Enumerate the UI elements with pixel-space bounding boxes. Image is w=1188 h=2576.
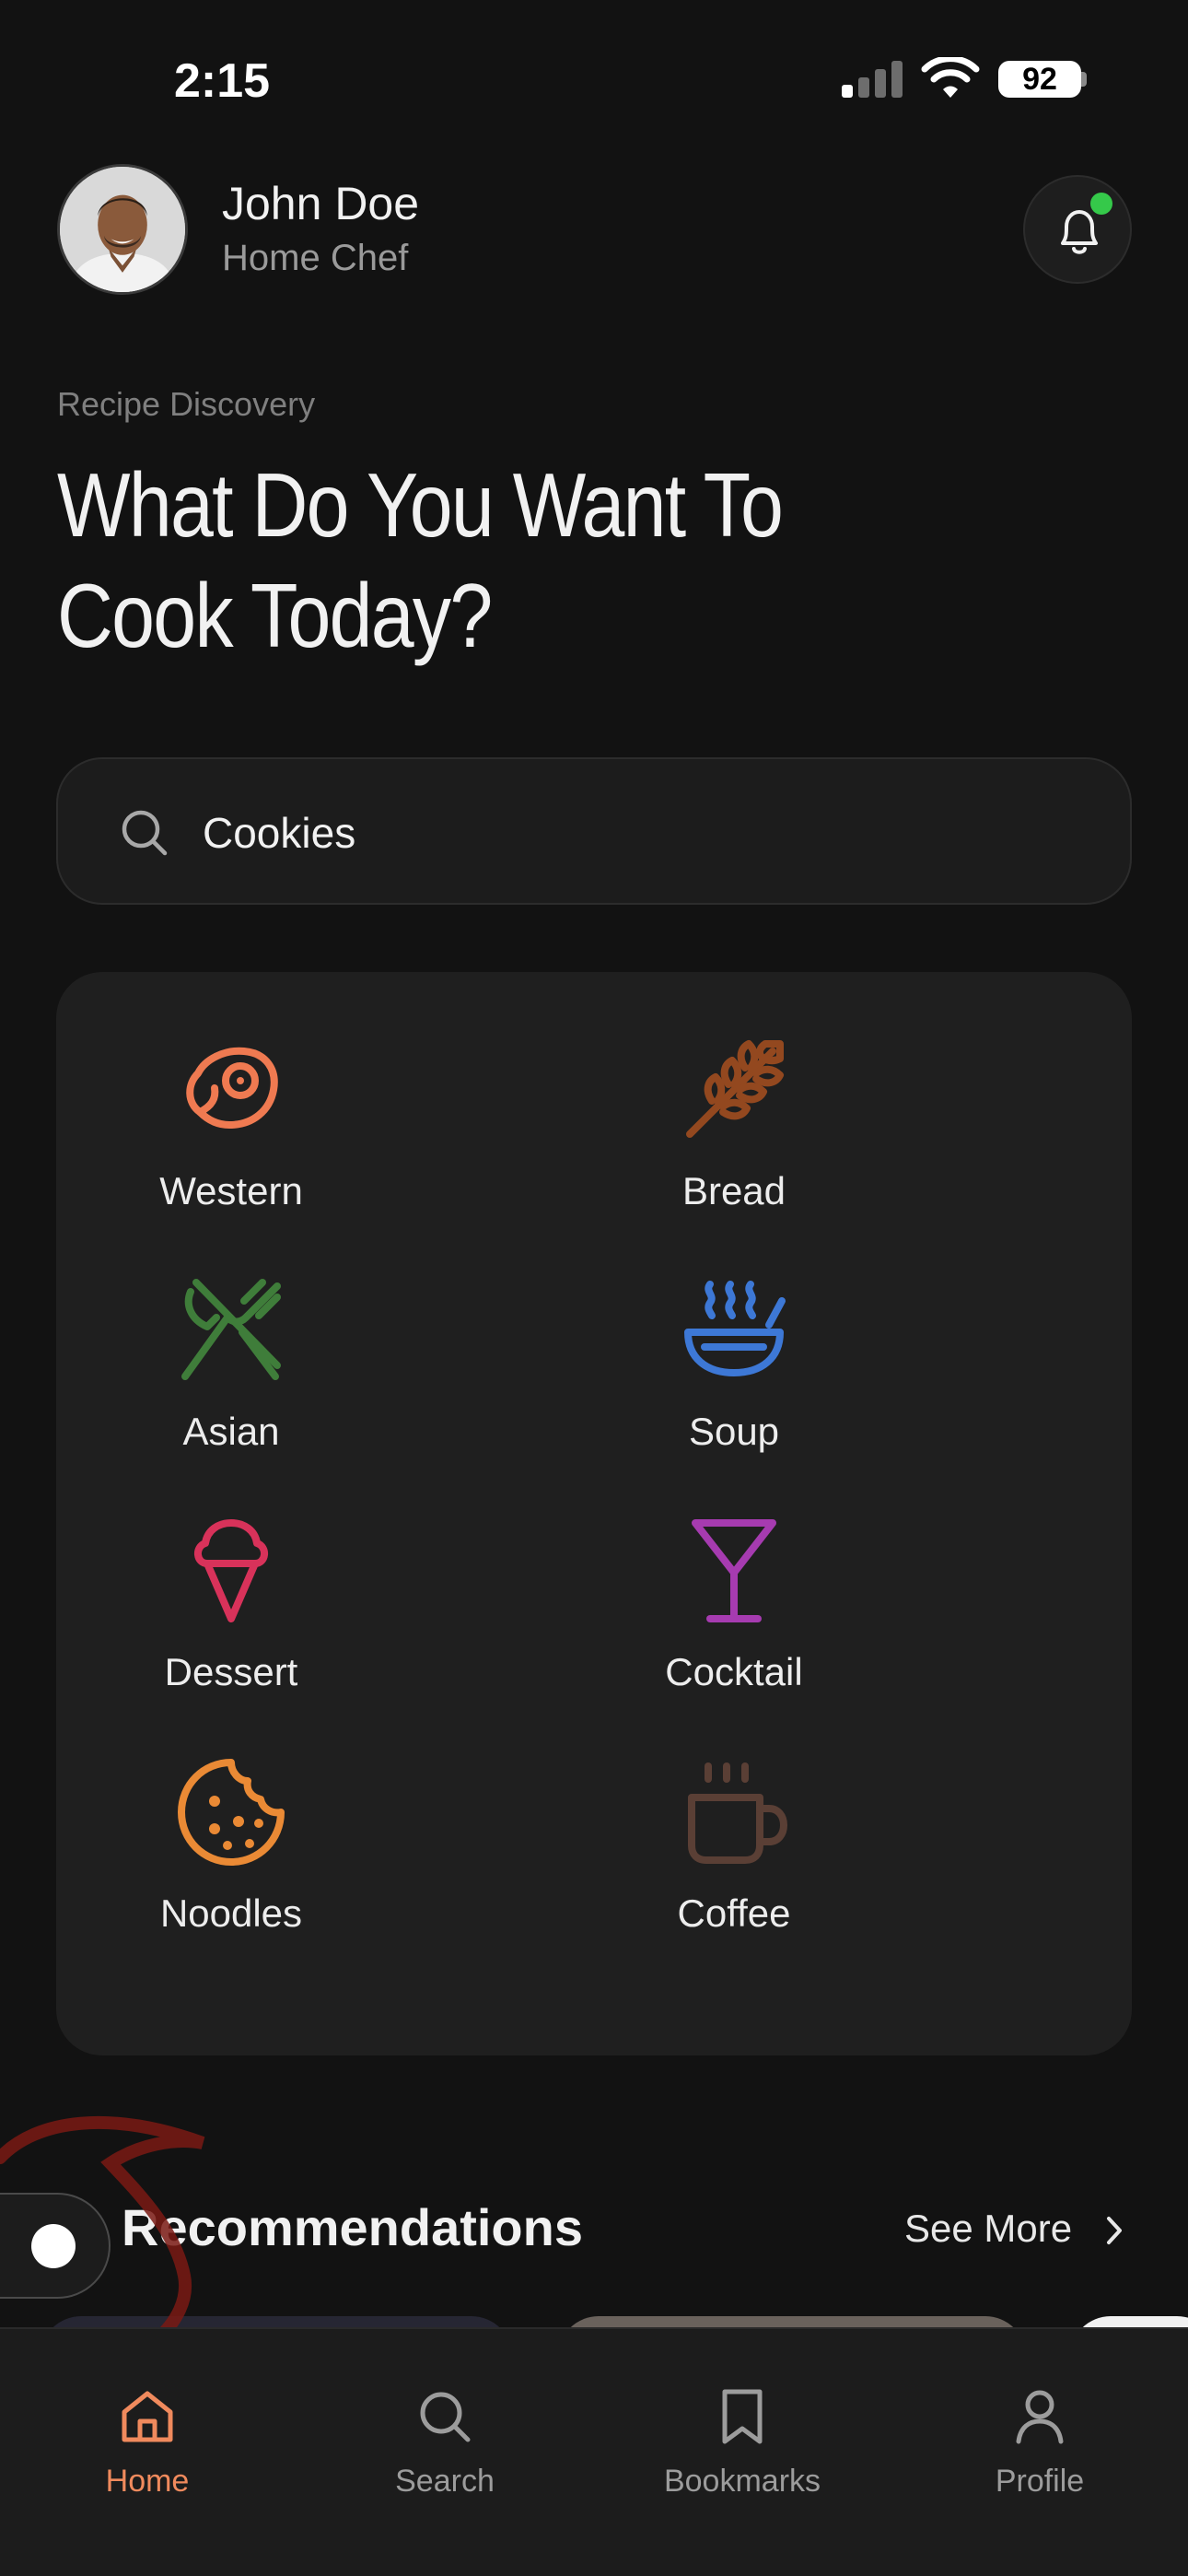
- status-time: 2:15: [174, 54, 271, 108]
- avatar-portrait: [60, 167, 185, 292]
- search-input[interactable]: [203, 803, 1031, 862]
- search-bar[interactable]: [56, 757, 1132, 905]
- bell-icon: [1061, 210, 1098, 254]
- category-label: Western: [159, 1169, 303, 1212]
- steak-icon: [186, 1047, 278, 1129]
- avatar[interactable]: [57, 164, 188, 295]
- user-icon: [1016, 2390, 1064, 2444]
- tab-profile[interactable]: Profile: [929, 2386, 1150, 2500]
- battery-cap: [1081, 72, 1087, 87]
- page-title: What Do You Want To Cook Today?: [57, 450, 849, 671]
- soup-bowl-icon: [684, 1281, 786, 1376]
- search-icon: [420, 2392, 471, 2442]
- tab-label: Profile: [995, 2464, 1085, 2499]
- cookie-icon: [178, 1759, 285, 1866]
- home-icon: [122, 2391, 173, 2442]
- page-title-line-2: Cook Today?: [57, 565, 493, 666]
- see-more-link[interactable]: See More: [904, 2207, 1072, 2251]
- coffee-icon: [688, 1762, 787, 1864]
- category-coffee[interactable]: Coffee: [568, 1755, 900, 1976]
- ice-cream-icon: [194, 1519, 268, 1622]
- recommendations-title: Recommendations: [122, 2198, 583, 2256]
- category-label: Bread: [681, 1169, 786, 1212]
- tab-label: Home: [105, 2464, 190, 2499]
- tab-label: Search: [395, 2464, 495, 2499]
- bookmark-icon: [722, 2389, 763, 2444]
- category-bread[interactable]: Bread: [568, 1033, 900, 1254]
- category-cocktail[interactable]: Cocktail: [568, 1514, 900, 1735]
- wifi-icon: [921, 57, 980, 98]
- search-icon: [122, 810, 168, 856]
- category-western[interactable]: Western: [65, 1033, 397, 1254]
- category-label: Soup: [688, 1410, 780, 1453]
- notification-dot: [1090, 193, 1112, 215]
- chevron-right-icon[interactable]: [1101, 2215, 1127, 2246]
- wheat-icon: [686, 1040, 784, 1138]
- section-kicker: Recipe Discovery: [57, 385, 316, 423]
- category-label: Asian: [182, 1410, 280, 1453]
- tab-search[interactable]: Search: [334, 2386, 555, 2500]
- category-soup[interactable]: Soup: [568, 1273, 900, 1494]
- page-title-line-1: What Do You Want To: [57, 454, 784, 556]
- category-noodles[interactable]: Noodles: [65, 1755, 397, 1976]
- tab-bookmarks[interactable]: Bookmarks: [632, 2386, 853, 2500]
- app-screen: 2:15 92 John Doe Home Chef Recipe Discov…: [0, 0, 1188, 2576]
- categories-panel: Western Bread Asian Soup Dessert Cocktai…: [56, 972, 1132, 2055]
- tab-label: Bookmarks: [663, 2464, 821, 2499]
- tab-home[interactable]: Home: [37, 2386, 258, 2500]
- utensils-crossed-icon: [181, 1279, 281, 1380]
- battery-indicator: 92: [998, 61, 1081, 98]
- user-role: Home Chef: [222, 238, 409, 278]
- category-asian[interactable]: Asian: [65, 1273, 397, 1494]
- category-label: Cocktail: [665, 1650, 803, 1693]
- user-name: John Doe: [222, 178, 420, 229]
- category-dessert[interactable]: Dessert: [65, 1514, 397, 1735]
- toggle-knob[interactable]: [31, 2224, 76, 2268]
- category-label: Coffee: [677, 1891, 791, 1935]
- notifications-button[interactable]: [1023, 175, 1132, 284]
- category-label: Dessert: [164, 1650, 298, 1693]
- cellular-signal-icon: [842, 61, 903, 98]
- category-label: Noodles: [159, 1891, 303, 1935]
- martini-icon: [692, 1519, 776, 1622]
